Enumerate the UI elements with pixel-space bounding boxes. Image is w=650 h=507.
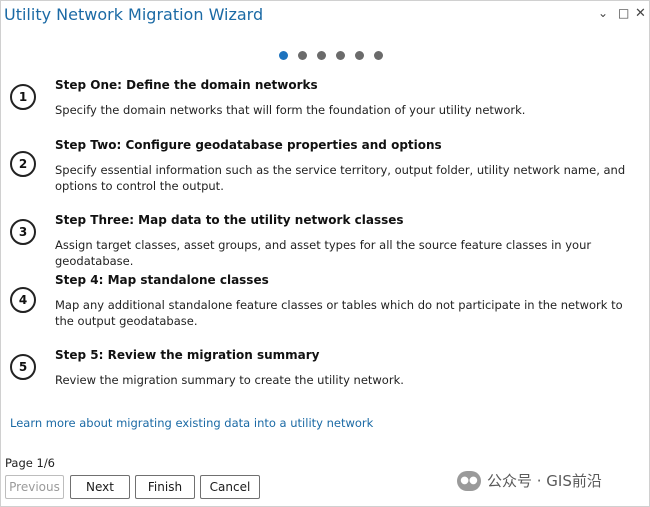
step-title: Step Three: Map data to the utility netw… xyxy=(55,213,404,227)
maximize-icon[interactable]: □ xyxy=(618,6,629,20)
previous-button[interactable]: Previous xyxy=(5,475,64,499)
step-description: Map any additional standalone feature cl… xyxy=(55,298,623,328)
step-title: Step Two: Configure geodatabase properti… xyxy=(55,138,442,152)
page-dot-3[interactable] xyxy=(317,51,326,60)
learn-more-link[interactable]: Learn more about migrating existing data… xyxy=(10,416,373,430)
page-indicator xyxy=(279,51,383,60)
window-title: Utility Network Migration Wizard xyxy=(4,5,264,24)
wechat-icon: ●● xyxy=(457,470,481,491)
step-number-badge: 5 xyxy=(10,354,36,380)
step-title: Step One: Define the domain networks xyxy=(55,78,318,92)
step-description: Specify essential information such as th… xyxy=(55,163,626,193)
page-counter: Page 1/6 xyxy=(5,456,56,470)
page-dot-1[interactable] xyxy=(279,51,288,60)
page-dot-2[interactable] xyxy=(298,51,307,60)
page-dot-6[interactable] xyxy=(374,51,383,60)
next-button[interactable]: Next xyxy=(70,475,130,499)
step-number-badge: 1 xyxy=(10,84,36,110)
watermark-text: 公众号 · GIS前沿 xyxy=(487,472,602,490)
step-number-badge: 3 xyxy=(10,219,36,245)
page-dot-5[interactable] xyxy=(355,51,364,60)
close-icon[interactable]: ✕ xyxy=(635,6,646,21)
step-number-badge: 2 xyxy=(10,151,36,177)
step-description: Specify the domain networks that will fo… xyxy=(55,103,526,117)
page-dot-4[interactable] xyxy=(336,51,345,60)
step-description: Assign target classes, asset groups, and… xyxy=(55,238,592,268)
step-number-badge: 4 xyxy=(10,287,36,313)
step-title: Step 5: Review the migration summary xyxy=(55,348,320,362)
cancel-button[interactable]: Cancel xyxy=(200,475,260,499)
finish-button[interactable]: Finish xyxy=(135,475,195,499)
chevron-down-icon[interactable]: ⌄ xyxy=(598,6,608,20)
step-title: Step 4: Map standalone classes xyxy=(55,273,269,287)
watermark: ●● 公众号 · GIS前沿 xyxy=(457,470,602,491)
step-description: Review the migration summary to create t… xyxy=(55,373,404,387)
